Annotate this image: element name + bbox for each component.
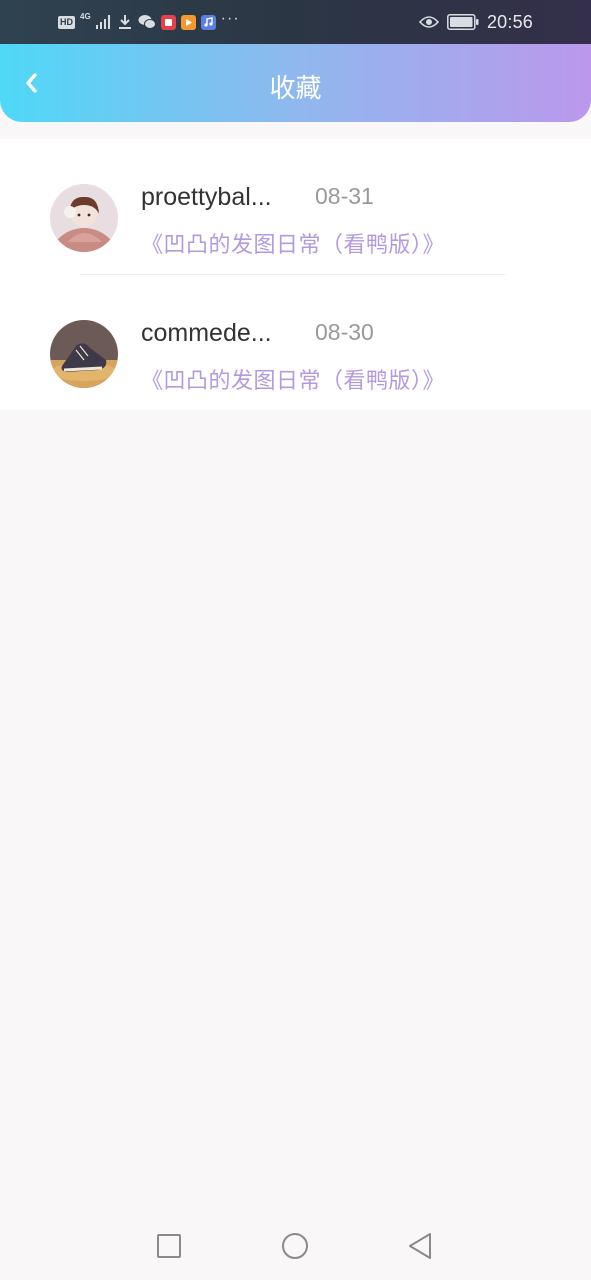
page-header: 收藏 — [0, 44, 591, 122]
hd-icon: HD — [58, 15, 75, 29]
back-icon — [409, 1233, 431, 1259]
status-bar: HD 4G ··· 20:56 — [0, 0, 591, 44]
work-title-link[interactable]: 《凹凸的发图日常（看鸭版）》 — [141, 363, 561, 395]
status-icons-right: 20:56 — [418, 11, 533, 33]
more-notifications-icon: ··· — [220, 10, 240, 27]
wechat-icon — [138, 15, 156, 29]
page-title: 收藏 — [269, 74, 322, 104]
nav-back-button[interactable] — [404, 1230, 436, 1262]
app-music-icon — [200, 14, 216, 30]
battery-icon — [447, 14, 479, 30]
download-icon — [118, 15, 131, 29]
recent-apps-icon — [157, 1234, 181, 1258]
signal-icon — [95, 15, 110, 29]
app-red-icon — [160, 14, 176, 30]
work-title-link[interactable]: 《凹凸的发图日常（看鸭版）》 — [141, 227, 561, 259]
avatar[interactable] — [50, 184, 118, 252]
status-time: 20:56 — [486, 11, 533, 32]
favorite-date: 08-30 — [315, 319, 374, 345]
home-button[interactable] — [279, 1230, 311, 1262]
list-item[interactable]: proettybal... 08-31 《凹凸的发图日常（看鸭版）》 — [0, 139, 591, 275]
favorites-list: proettybal... 08-31 《凹凸的发图日常（看鸭版）》 comme… — [0, 139, 591, 410]
system-nav-bar — [0, 1212, 591, 1280]
favorite-date: 08-31 — [315, 183, 374, 209]
recent-apps-button[interactable] — [153, 1230, 185, 1262]
avatar[interactable] — [50, 320, 118, 388]
network-type-label: 4G — [80, 12, 91, 21]
status-icons-left: HD 4G ··· — [58, 11, 240, 33]
eye-icon — [418, 16, 439, 28]
home-icon — [282, 1233, 308, 1259]
username[interactable]: proettybal... — [141, 183, 283, 212]
app-orange-icon — [180, 14, 196, 30]
list-item[interactable]: commede... 08-30 《凹凸的发图日常（看鸭版）》 — [0, 275, 591, 411]
username[interactable]: commede... — [141, 319, 283, 348]
